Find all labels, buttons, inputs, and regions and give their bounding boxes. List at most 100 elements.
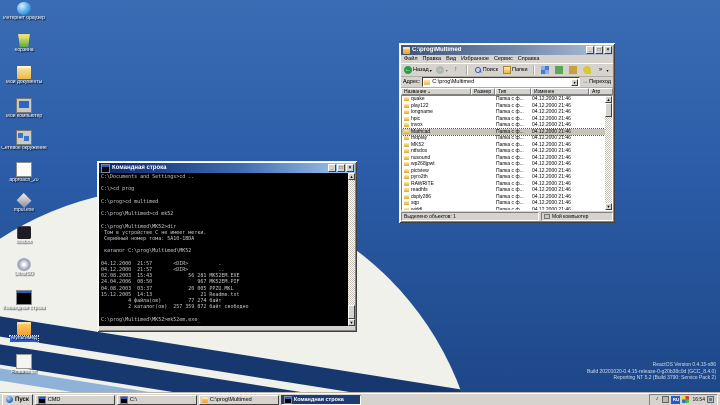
scroll-up-icon[interactable]: ▲: [348, 173, 355, 180]
file-row[interactable]: play122 Папка с ф... 04.12.2000 21:46: [402, 103, 605, 110]
minimize-button[interactable]: _: [586, 46, 594, 54]
file-row[interactable]: RAWRITE Папка с ф... 04.12.2000 21:46: [402, 181, 605, 188]
close-button[interactable]: ×: [604, 46, 612, 54]
file-modified: 04.12.2000 21:46: [532, 161, 590, 167]
toolbar-separator: [533, 65, 535, 75]
desktop-icon[interactable]: Мультимед: [0, 322, 48, 354]
file-row[interactable]: pyro2th Папка с ф... 04.12.2000 21:46: [402, 174, 605, 181]
taskbar-button[interactable]: C:\: [117, 395, 197, 405]
explorer-window[interactable]: C:\prog\Multimed _ □ × Файл Правка Вид Избр…: [399, 43, 615, 223]
desktop-icon[interactable]: approach_20: [0, 162, 48, 194]
desktop-icon[interactable]: Мои документы: [0, 66, 48, 98]
monitor-icon[interactable]: [707, 396, 714, 403]
console-scrollbar[interactable]: ▲ ▼: [348, 173, 355, 326]
address-value: C:\prog\Multimed: [432, 79, 569, 85]
desktop-icon[interactable]: Readme.txt: [0, 354, 48, 386]
column-header-attr[interactable]: Атр: [589, 88, 613, 95]
go-arrow-icon: →: [582, 79, 588, 85]
explorer-titlebar[interactable]: C:\prog\Multimed _ □ ×: [401, 45, 613, 55]
file-row[interactable]: hpic Папка с ф... 04.12.2000 21:46: [402, 116, 605, 123]
toolbar-button-label: Назад: [413, 67, 429, 73]
paste-icon: [569, 66, 577, 74]
toolbar-button[interactable]: [554, 65, 566, 76]
toolbar-button[interactable]: [451, 65, 463, 76]
menu-item[interactable]: Файл: [404, 56, 418, 62]
cmd-window[interactable]: Командная строка _ □ × C:\Documents and …: [97, 161, 357, 332]
file-row[interactable]: pictview Папка с ф... 04.12.2000 21:46: [402, 168, 605, 175]
desktop-icon[interactable]: Сетевое окружение: [0, 130, 48, 162]
file-row[interactable]: quake Папка с ф... 04.12.2000 21:46: [402, 96, 605, 103]
reactos-tray-icon[interactable]: [682, 396, 689, 403]
toolbar-button[interactable]: Поиск: [473, 65, 500, 76]
column-header-name[interactable]: Название ▲: [401, 88, 471, 95]
toolbar-button[interactable]: [568, 65, 580, 76]
clock[interactable]: 16:54: [691, 397, 705, 403]
column-header-type[interactable]: Тип: [495, 88, 531, 95]
file-name: wp268jpwt: [411, 161, 435, 167]
file-row[interactable]: mdplay Папка с ф... 04.12.2000 21:46: [402, 135, 605, 142]
toolbar-button[interactable]: Папки: [502, 65, 529, 76]
address-input[interactable]: C:\prog\Multimed ▾: [422, 77, 580, 87]
scroll-up-icon[interactable]: ▲: [605, 96, 612, 103]
go-button[interactable]: → Переход: [582, 79, 611, 85]
chevron-down-icon[interactable]: ▾: [571, 79, 578, 86]
menu-item[interactable]: Вид: [446, 56, 456, 62]
list-scrollbar[interactable]: ▲ ▼: [605, 96, 612, 210]
desktop-icon[interactable]: Мой компьютер: [0, 98, 48, 130]
toolbar-button[interactable]: ▾: [435, 65, 449, 76]
menu-item[interactable]: Правка: [423, 56, 442, 62]
scroll-down-icon[interactable]: ▼: [605, 203, 612, 210]
column-header-modified[interactable]: Изменен: [531, 88, 589, 95]
cmd-titlebar[interactable]: Командная строка _ □ ×: [99, 163, 355, 173]
menu-item[interactable]: Справка: [518, 56, 540, 62]
desktop-icon[interactable]: UltraISO: [0, 258, 48, 290]
maximize-button[interactable]: □: [337, 164, 345, 172]
file-row[interactable]: dsply286 Папка с ф... 04.12.2000 21:46: [402, 194, 605, 201]
file-name: readhfs: [411, 187, 428, 193]
desktop-icon[interactable]: mpui.exe: [0, 194, 48, 226]
minimize-button[interactable]: _: [328, 164, 336, 172]
taskbar-button-label: C:\prog\Multimed: [210, 397, 252, 403]
file-row[interactable]: invox Папка с ф... 04.12.2000 21:46: [402, 122, 605, 129]
toolbar-button[interactable]: [465, 65, 471, 76]
file-name: nusound: [411, 155, 430, 161]
scrollbar-thumb[interactable]: [348, 305, 355, 319]
desktop-icon[interactable]: Командная строка: [0, 290, 48, 322]
file-row[interactable]: MK52 Папка с ф... 04.12.2000 21:46: [402, 142, 605, 149]
desktop-icon[interactable]: Интернет браузер: [0, 2, 48, 34]
folder-icon: [404, 136, 409, 140]
desktop-icon[interactable]: Корзина: [0, 34, 48, 66]
taskbar-button[interactable]: CMD: [35, 395, 115, 405]
console-area[interactable]: C:\Documents and Settings>cd .. C:\>cd p…: [99, 173, 355, 326]
file-row[interactable]: sqp Папка с ф... 04.12.2000 21:46: [402, 200, 605, 207]
maximize-button[interactable]: □: [595, 46, 603, 54]
language-indicator[interactable]: RU: [671, 396, 680, 404]
toolbar-button[interactable]: [540, 65, 552, 76]
file-row[interactable]: wp268jpwt Папка с ф... 04.12.2000 21:46: [402, 161, 605, 168]
volume-icon[interactable]: [653, 396, 660, 403]
file-row[interactable]: widdl Папка с ф... 04.12.2000 21:46: [402, 207, 605, 211]
desktop-icon[interactable]: dosbox: [0, 226, 48, 258]
scroll-down-icon[interactable]: ▼: [348, 319, 355, 326]
usb-icon[interactable]: [662, 396, 669, 403]
file-row[interactable]: longname Папка с ф... 04.12.2000 21:46: [402, 109, 605, 116]
file-modified: 04.12.2000 21:46: [532, 135, 590, 141]
menu-item[interactable]: Сервис: [494, 56, 513, 62]
toolbar-button[interactable]: [582, 65, 594, 76]
scrollbar-thumb[interactable]: [605, 103, 612, 117]
column-header-size[interactable]: Размер: [471, 88, 495, 95]
taskbar-button[interactable]: Командная строка: [281, 395, 361, 405]
menu-item[interactable]: Избранное: [461, 56, 489, 62]
taskbar-button[interactable]: C:\prog\Multimed: [199, 395, 279, 405]
start-button[interactable]: Пуск: [2, 394, 33, 405]
toolbar-button[interactable]: [532, 65, 538, 76]
toolbar-button[interactable]: ▾: [596, 65, 610, 76]
file-row[interactable]: nusound Папка с ф... 04.12.2000 21:46: [402, 155, 605, 162]
close-button[interactable]: ×: [346, 164, 354, 172]
file-row[interactable]: ntfsdos Папка с ф... 04.12.2000 21:46: [402, 148, 605, 155]
toolbar-button[interactable]: Назад ▾: [403, 65, 433, 76]
file-row[interactable]: Mathcad Папка с ф... 04.12.2000 21:46: [402, 129, 605, 136]
console-output[interactable]: C:\Documents and Settings>cd .. C:\>cd p…: [99, 173, 348, 326]
back-icon: [404, 66, 412, 74]
file-row[interactable]: readhfs Папка с ф... 04.12.2000 21:46: [402, 187, 605, 194]
